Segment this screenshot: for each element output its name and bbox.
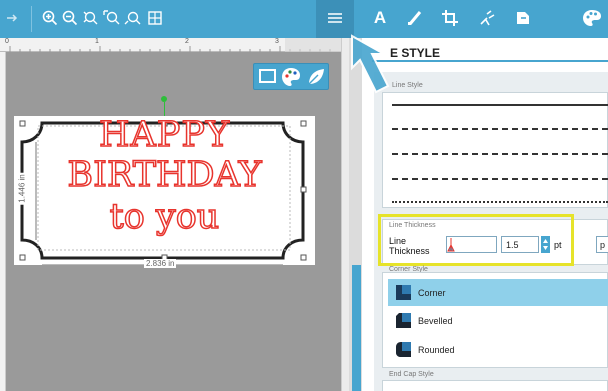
- corner-option-bevelled[interactable]: Bevelled: [388, 307, 608, 334]
- line-style-icon: [325, 8, 345, 28]
- top-toolbar: A: [0, 0, 608, 38]
- ruler-mark-1: 1: [95, 38, 99, 45]
- panel-scroll-thumb[interactable]: [352, 265, 361, 391]
- corner-option-rounded[interactable]: Rounded: [388, 336, 608, 363]
- zoom-page-icon[interactable]: [102, 8, 122, 28]
- line-style-dash-medium[interactable]: [392, 153, 608, 155]
- height-dimension-label: 1.446 in: [17, 172, 27, 205]
- text-icon[interactable]: A: [370, 8, 390, 28]
- edit-points-icon[interactable]: [405, 8, 425, 28]
- toolbar-divider: [31, 6, 32, 32]
- export-icon[interactable]: [513, 8, 533, 28]
- panel-toggle-group: [253, 63, 329, 90]
- line-style-dash-long[interactable]: [392, 178, 608, 180]
- corner-option-bevelled-label: Bevelled: [418, 316, 453, 326]
- ruler-mark-2: 2: [185, 38, 189, 45]
- zoom-in-icon[interactable]: [40, 8, 60, 28]
- ruler-ticks: [9, 38, 341, 52]
- trace-icon[interactable]: [477, 8, 497, 28]
- ruler-mark-0: 0: [5, 38, 9, 45]
- design-text-line2[interactable]: BIRTHDAY: [14, 157, 315, 194]
- design-page: HAPPY BIRTHDAY to you 2.836 in 1.446 in: [14, 116, 315, 268]
- end-cap-section-label: End Cap Style: [389, 371, 434, 378]
- crop-icon[interactable]: [440, 8, 460, 28]
- bevel-icon: [396, 313, 411, 328]
- grid-icon[interactable]: [145, 8, 165, 28]
- horizontal-ruler: 0 1 2 3: [0, 38, 349, 52]
- pointer-arrow-icon: [351, 34, 390, 94]
- highlight-box: [378, 214, 574, 266]
- leaf-icon[interactable]: [306, 67, 326, 90]
- line-style-list: [382, 92, 608, 208]
- design-text-line3[interactable]: to you: [14, 199, 315, 236]
- corner-option-rounded-label: Rounded: [418, 345, 455, 355]
- zoom-out-icon[interactable]: [60, 8, 80, 28]
- corner-icon: [396, 285, 411, 300]
- end-cap-list: [382, 380, 608, 391]
- fill-panel-icon[interactable]: [259, 69, 276, 83]
- ruler-mark-3: 3: [275, 38, 279, 45]
- palette-icon[interactable]: [281, 67, 301, 90]
- width-dimension-label: 2.836 in: [144, 259, 177, 268]
- line-style-dotted[interactable]: [392, 201, 608, 203]
- arrow-right-icon[interactable]: [6, 8, 20, 28]
- zoom-select-icon[interactable]: [81, 8, 101, 28]
- design-text-line1[interactable]: HAPPY: [14, 117, 315, 154]
- line-style-dash-short[interactable]: [392, 128, 608, 130]
- line-style-solid[interactable]: [392, 104, 608, 106]
- color-icon[interactable]: [582, 8, 602, 28]
- zoom-fit-icon[interactable]: [123, 8, 143, 28]
- rounded-icon: [396, 342, 411, 357]
- line-thickness-extra-field[interactable]: p: [596, 236, 608, 253]
- rotate-handle-stem: [164, 102, 165, 116]
- corner-option-corner[interactable]: Corner: [388, 279, 608, 306]
- corner-option-corner-label: Corner: [418, 288, 446, 298]
